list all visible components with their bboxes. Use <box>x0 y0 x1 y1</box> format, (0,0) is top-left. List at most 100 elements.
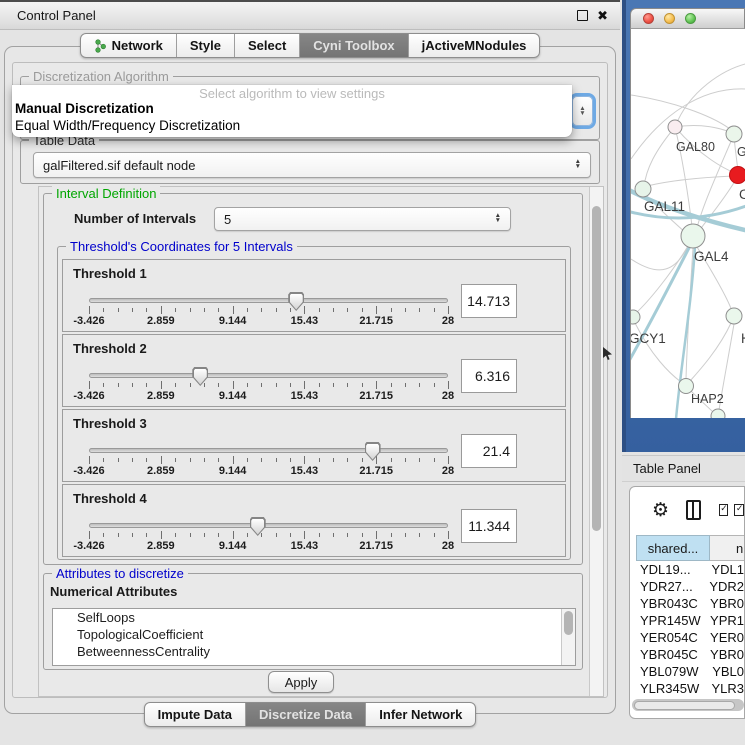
table-horizontal-scrollbar[interactable] <box>632 699 744 711</box>
slider-tick <box>405 533 406 537</box>
tab-label: Style <box>190 38 221 53</box>
column-header-name[interactable]: n <box>710 535 745 561</box>
group-title: Attributes to discretize <box>52 566 188 581</box>
threshold-3-value-field[interactable]: 21.4 <box>461 434 517 468</box>
tab-style[interactable]: Style <box>176 34 234 57</box>
table-row[interactable]: YBL079WYBL0 <box>636 663 744 680</box>
threshold-2-value-field[interactable]: 6.316 <box>461 359 517 393</box>
table-cell: YDR27... <box>636 579 706 594</box>
table-row[interactable]: YDL19...YDL1 <box>636 561 744 578</box>
slider-tick <box>347 383 348 387</box>
threshold-2-slider[interactable]: -3.4262.8599.14415.4321.71528 <box>89 367 448 405</box>
slider-tick <box>233 456 234 464</box>
slider-tick <box>376 381 377 389</box>
slider-thumb[interactable] <box>365 442 381 461</box>
numerical-attributes-list[interactable]: SelfLoops TopologicalCoefficient Between… <box>52 608 576 666</box>
columns-icon[interactable] <box>686 500 701 520</box>
tab-label: Infer Network <box>379 707 462 722</box>
table-data-combobox[interactable]: galFiltered.sif default node ▲▼ <box>33 152 591 178</box>
network-window-titlebar[interactable] <box>630 8 745 29</box>
algorithm-combobox-button[interactable]: ▲ ▼ <box>572 96 593 126</box>
slider-tick <box>233 381 234 389</box>
threshold-label: Threshold 2 <box>73 341 147 356</box>
zoom-traffic-light-icon[interactable] <box>685 13 696 24</box>
table-cell: YBR045C <box>636 647 707 662</box>
table-row[interactable]: YPR145WYPR1 <box>636 612 744 629</box>
scrollbar-thumb[interactable] <box>592 206 601 531</box>
slider-tick <box>146 308 147 312</box>
threshold-4-value-field[interactable]: 11.344 <box>461 509 517 543</box>
scrollbar-thumb[interactable] <box>564 611 573 635</box>
tab-jactivemnodules[interactable]: jActiveMNodules <box>408 34 540 57</box>
threshold-1-slider[interactable]: -3.4262.8599.14415.4321.71528 <box>89 292 448 330</box>
dropdown-option-equal-width[interactable]: Equal Width/Frequency Discretization <box>12 118 572 135</box>
slider-tick-label: 21.715 <box>359 315 393 327</box>
slider-tick <box>218 308 219 312</box>
slider-thumb[interactable] <box>288 292 304 311</box>
list-item[interactable]: SelfLoops <box>53 609 575 626</box>
minimize-traffic-light-icon[interactable] <box>664 13 675 24</box>
settings-vertical-scrollbar[interactable] <box>589 187 603 696</box>
checkbox-icon[interactable] <box>719 504 729 516</box>
attributes-group: Attributes to discretize Numerical Attri… <box>43 573 583 670</box>
network-node[interactable] <box>631 310 640 324</box>
apply-button[interactable]: Apply <box>268 671 334 693</box>
slider-tick <box>333 308 334 312</box>
close-icon[interactable]: ✖ <box>597 11 608 20</box>
table-row[interactable]: YLR345WYLR3 <box>636 680 744 697</box>
slider-tick <box>233 306 234 314</box>
network-node[interactable] <box>726 126 742 142</box>
slider-tick <box>103 308 104 312</box>
column-header-shared-name[interactable]: shared... <box>636 535 710 561</box>
list-item[interactable]: BetweennessCentrality <box>53 643 575 660</box>
slider-tick <box>362 533 363 537</box>
slider-thumb[interactable] <box>250 517 266 536</box>
slider-tick-label: 21.715 <box>359 540 393 552</box>
attributes-list-scrollbar[interactable] <box>561 609 575 665</box>
tab-infer-network[interactable]: Infer Network <box>365 703 475 726</box>
slider-tick <box>304 531 305 539</box>
slider-tick <box>103 533 104 537</box>
tab-select[interactable]: Select <box>234 34 299 57</box>
network-node[interactable] <box>726 308 742 324</box>
slider-tick <box>161 531 162 539</box>
gear-icon[interactable]: ⚙ <box>652 499 669 522</box>
network-node[interactable] <box>711 409 725 418</box>
tab-discretize-data[interactable]: Discretize Data <box>245 703 365 726</box>
dropdown-option-manual[interactable]: Manual Discretization <box>12 101 572 118</box>
slider-tick <box>132 383 133 387</box>
table-cell: YPR145W <box>636 613 707 628</box>
network-node-label: GAL80 <box>676 140 715 154</box>
network-node[interactable] <box>635 181 651 197</box>
tab-network[interactable]: Network <box>81 34 176 57</box>
checkbox-icon[interactable] <box>734 504 744 516</box>
table-row[interactable]: YBR045CYBR0 <box>636 646 744 663</box>
slider-tick <box>89 381 90 389</box>
slider-thumb[interactable] <box>192 367 208 386</box>
close-traffic-light-icon[interactable] <box>643 13 654 24</box>
table-row[interactable]: YER054CYER0 <box>636 629 744 646</box>
slider-tick <box>405 458 406 462</box>
table-data-group: Table Data galFiltered.sif default node … <box>20 140 600 184</box>
slider-tick <box>362 458 363 462</box>
table-row[interactable]: YBR043CYBR0 <box>636 595 744 612</box>
threshold-4-slider[interactable]: -3.4262.8599.14415.4321.71528 <box>89 517 448 555</box>
threshold-3-slider[interactable]: -3.4262.8599.14415.4321.71528 <box>89 442 448 480</box>
slider-tick <box>290 383 291 387</box>
tab-impute-data[interactable]: Impute Data <box>145 703 245 726</box>
table-cell: YDL1 <box>708 562 744 577</box>
scrollbar-thumb[interactable] <box>634 701 735 710</box>
float-window-icon[interactable] <box>577 10 588 21</box>
slider-tick <box>247 383 248 387</box>
list-item[interactable]: TopologicalCoefficient <box>53 626 575 643</box>
tab-cyni-toolbox[interactable]: Cyni Toolbox <box>299 34 407 57</box>
network-node[interactable] <box>681 224 705 248</box>
network-canvas[interactable]: GAL80GAGAL11CGAL4GCY1HHAP2 <box>630 29 745 418</box>
number-of-intervals-combobox[interactable]: 5 ▲▼ <box>214 207 511 231</box>
table-row[interactable]: YDR27...YDR2 <box>636 578 744 595</box>
table-cell: YPR1 <box>707 613 744 628</box>
threshold-1-value-field[interactable]: 14.713 <box>461 284 517 318</box>
network-node[interactable] <box>668 120 682 134</box>
network-node[interactable] <box>730 167 745 184</box>
threshold-label: Threshold 4 <box>73 491 147 506</box>
